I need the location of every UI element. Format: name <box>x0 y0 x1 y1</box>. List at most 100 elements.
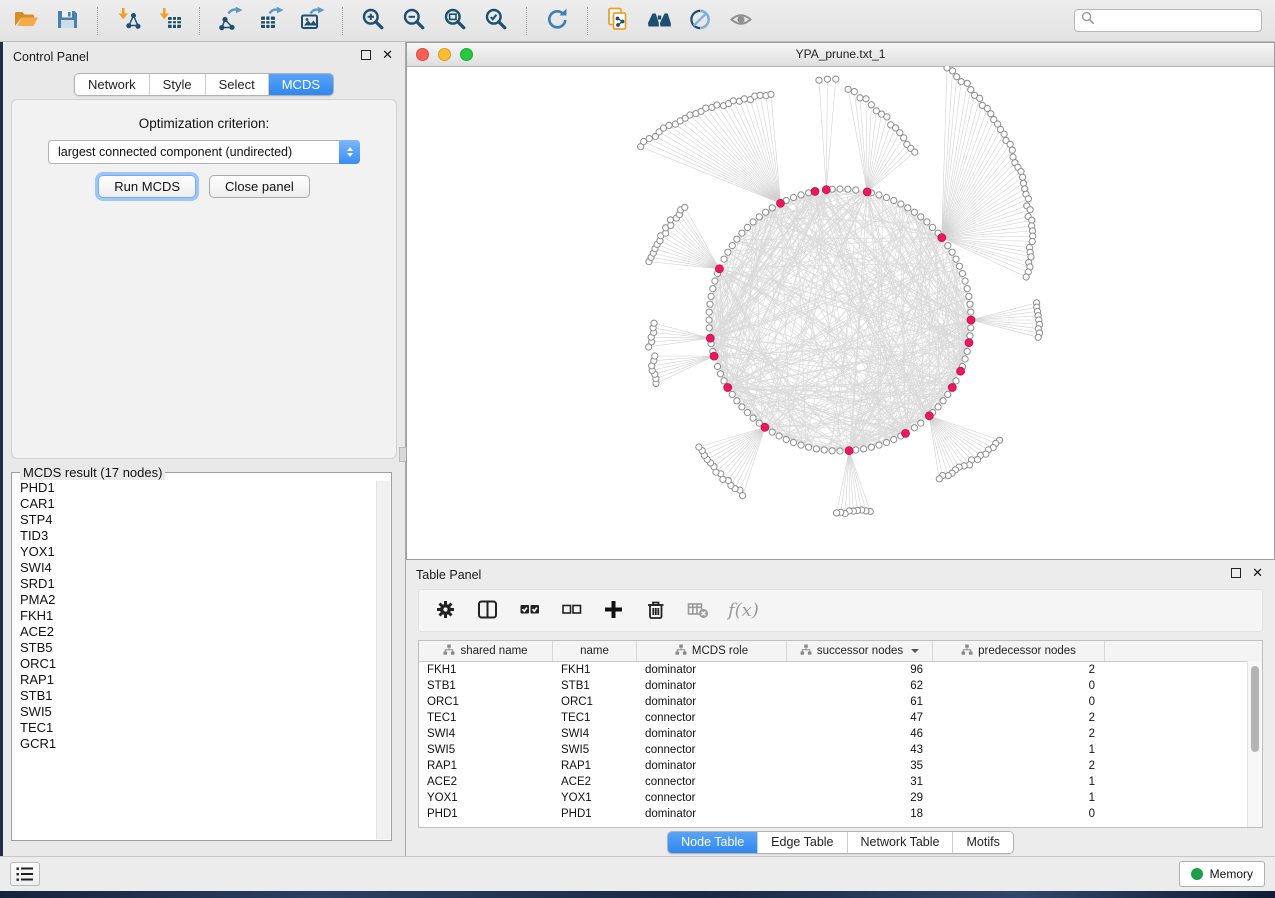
show-columns-button[interactable] <box>476 598 499 624</box>
mcds-hub-node[interactable] <box>967 316 975 324</box>
network-node[interactable] <box>868 102 874 108</box>
table-row[interactable]: SWI4SWI4dominator462 <box>419 726 1262 742</box>
cell-shared-name[interactable]: ACE2 <box>419 774 553 790</box>
network-node[interactable] <box>861 446 867 452</box>
network-node[interactable] <box>950 68 956 74</box>
mcds-node-item[interactable]: STB1 <box>14 688 376 704</box>
mcds-hub-node[interactable] <box>902 429 910 437</box>
network-node[interactable] <box>834 510 840 516</box>
network-node[interactable] <box>935 404 941 410</box>
network-node[interactable] <box>966 293 972 299</box>
zoom-fit-button[interactable] <box>435 4 476 38</box>
network-node[interactable] <box>725 249 731 255</box>
network-node[interactable] <box>813 446 819 452</box>
search-input[interactable] <box>1095 13 1255 29</box>
mcds-node-item[interactable]: TEC1 <box>14 720 376 736</box>
network-node[interactable] <box>783 436 789 442</box>
mcds-node-item[interactable]: STP4 <box>14 512 376 528</box>
network-node[interactable] <box>652 353 658 359</box>
network-node[interactable] <box>953 378 959 384</box>
network-node[interactable] <box>833 76 839 82</box>
network-node[interactable] <box>816 77 822 83</box>
table-row[interactable]: TEC1TEC1connector472 <box>419 710 1262 726</box>
network-node[interactable] <box>851 89 857 95</box>
table-options-button[interactable] <box>434 598 457 624</box>
network-node[interactable] <box>891 197 897 203</box>
mcds-hub-node[interactable] <box>811 187 819 195</box>
network-node[interactable] <box>734 398 740 404</box>
network-node[interactable] <box>710 286 716 292</box>
network-node[interactable] <box>729 243 735 249</box>
cell-predecessor-nodes[interactable]: 0 <box>933 694 1105 710</box>
import-network-button[interactable] <box>108 4 149 38</box>
run-mcds-button[interactable]: Run MCDS <box>98 175 196 198</box>
network-node[interactable] <box>696 444 702 450</box>
network-node[interactable] <box>884 114 890 120</box>
cell-MCDS-role[interactable]: connector <box>637 710 787 726</box>
window-minimize-button[interactable] <box>438 48 451 61</box>
show-graphics-details-button[interactable] <box>721 4 762 38</box>
network-node[interactable] <box>936 476 942 482</box>
network-node[interactable] <box>905 205 911 211</box>
mcds-list-scrollbar[interactable] <box>376 481 390 839</box>
table-row[interactable]: FKH1FKH1dominator962 <box>419 662 1262 678</box>
cell-predecessor-nodes[interactable]: 2 <box>933 758 1105 774</box>
network-node[interactable] <box>945 391 951 397</box>
network-node[interactable] <box>1009 147 1015 153</box>
mcds-node-item[interactable]: ORC1 <box>14 656 376 672</box>
zoom-out-button[interactable] <box>394 4 435 38</box>
network-node[interactable] <box>790 194 796 200</box>
network-node[interactable] <box>945 243 951 249</box>
tab-network-table[interactable]: Network Table <box>848 832 954 853</box>
cell-name[interactable]: YOX1 <box>553 790 637 806</box>
cell-shared-name[interactable]: STB1 <box>419 678 553 694</box>
network-node[interactable] <box>806 444 812 450</box>
hide-graphics-details-button[interactable] <box>680 4 721 38</box>
table-row[interactable]: YOX1YOX1connector291 <box>419 790 1262 806</box>
mcds-node-item[interactable]: STB5 <box>14 640 376 656</box>
mcds-hub-node[interactable] <box>925 412 933 420</box>
cell-MCDS-role[interactable]: dominator <box>637 806 787 822</box>
network-node[interactable] <box>968 325 974 331</box>
network-node[interactable] <box>1035 334 1041 340</box>
network-node[interactable] <box>1029 238 1035 244</box>
deselect-all-rows-button[interactable] <box>560 598 583 624</box>
column-header-successor-nodes[interactable]: successor nodes <box>787 641 933 661</box>
cell-predecessor-nodes[interactable]: 2 <box>933 710 1105 726</box>
network-canvas[interactable] <box>407 66 1274 559</box>
network-node[interactable] <box>863 96 869 102</box>
network-node[interactable] <box>750 415 756 421</box>
mcds-node-item[interactable]: ACE2 <box>14 624 376 640</box>
network-window-titlebar[interactable]: YPA_prune.txt_1 <box>407 43 1274 67</box>
mcds-hub-node[interactable] <box>845 447 853 455</box>
cell-MCDS-role[interactable]: dominator <box>637 758 787 774</box>
mcds-node-item[interactable]: PHD1 <box>14 480 376 496</box>
cell-name[interactable]: FKH1 <box>553 662 637 678</box>
cell-shared-name[interactable]: PHD1 <box>419 806 553 822</box>
first-neighbors-button[interactable] <box>639 4 680 38</box>
network-node[interactable] <box>821 447 827 453</box>
network-node[interactable] <box>769 429 775 435</box>
network-node[interactable] <box>721 256 727 262</box>
mcds-node-item[interactable]: SRD1 <box>14 576 376 592</box>
close-panel-icon[interactable]: ✕ <box>382 50 393 60</box>
cell-MCDS-role[interactable]: connector <box>637 742 787 758</box>
network-node[interactable] <box>798 192 804 198</box>
network-node[interactable] <box>776 433 782 439</box>
network-node[interactable] <box>949 249 955 255</box>
network-node[interactable] <box>962 278 968 284</box>
zoom-in-button[interactable] <box>353 4 394 38</box>
tab-node-table[interactable]: Node Table <box>668 832 758 853</box>
cell-successor-nodes[interactable]: 35 <box>787 758 933 774</box>
cell-name[interactable]: RAP1 <box>553 758 637 774</box>
cell-predecessor-nodes[interactable]: 0 <box>933 678 1105 694</box>
save-session-button[interactable] <box>47 4 88 38</box>
network-node[interactable] <box>853 447 859 453</box>
refresh-button[interactable] <box>537 4 578 38</box>
network-node[interactable] <box>750 219 756 225</box>
zoom-selected-button[interactable] <box>476 4 517 38</box>
table-row[interactable]: PHD1PHD1dominator180 <box>419 806 1262 822</box>
tab-mcds[interactable]: MCDS <box>269 74 333 95</box>
network-node[interactable] <box>845 186 851 192</box>
network-node[interactable] <box>924 219 930 225</box>
